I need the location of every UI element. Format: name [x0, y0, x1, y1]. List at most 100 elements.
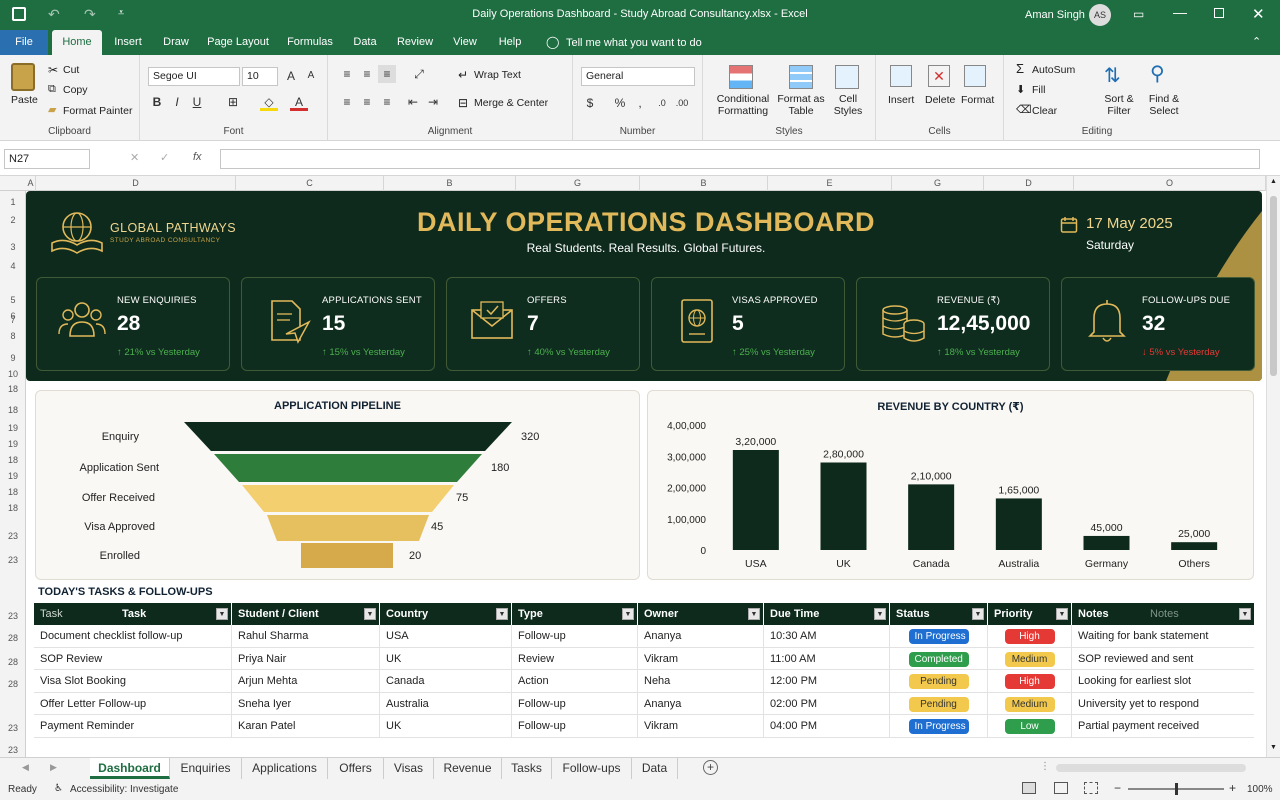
sheet-tab-applications[interactable]: Applications	[242, 758, 328, 779]
row-header[interactable]: 8	[0, 331, 26, 341]
wrap-text-icon[interactable]: ↵	[458, 68, 468, 82]
insert-cells-button[interactable]: Insert	[888, 94, 914, 106]
table-row[interactable]: Offer Letter Follow-up Sneha Iyer Australi…	[34, 692, 1254, 715]
format-painter-button[interactable]: Format Painter	[63, 105, 132, 117]
sort-filter-icon[interactable]: ⇅	[1104, 63, 1121, 88]
cell-owner[interactable]: Vikram	[638, 647, 764, 670]
cell-student[interactable]: Sneha Iyer	[232, 692, 380, 715]
format-cells-button[interactable]: Format	[961, 94, 994, 106]
cell-styles-icon[interactable]	[835, 65, 859, 89]
customize-qat-icon[interactable]: ⩡	[118, 7, 124, 20]
tab-review[interactable]: Review	[392, 30, 438, 55]
percent-icon[interactable]: %	[611, 94, 629, 112]
col-header-priority[interactable]: Priority ▼	[988, 603, 1072, 625]
zoom-thumb[interactable]	[1175, 783, 1178, 795]
cell-notes[interactable]: Waiting for bank statement	[1072, 625, 1254, 647]
bar-australia[interactable]	[995, 498, 1042, 550]
align-right-icon[interactable]: ≡	[378, 93, 396, 111]
bar-others[interactable]	[1171, 542, 1218, 550]
conditional-formatting-button[interactable]: Conditional Formatting	[713, 93, 773, 117]
column-header[interactable]: D	[36, 176, 236, 191]
copy-button[interactable]: Copy	[63, 84, 88, 96]
formula-input[interactable]	[220, 149, 1260, 169]
tab-help[interactable]: Help	[492, 30, 528, 55]
row-header[interactable]: 19	[0, 423, 26, 433]
cell-student[interactable]: Priya Nair	[232, 647, 380, 670]
cell-status[interactable]: Pending	[890, 692, 988, 715]
font-color-icon[interactable]: A	[290, 93, 308, 111]
cell-country[interactable]: Australia	[380, 692, 512, 715]
fill-button[interactable]: Fill	[1032, 84, 1045, 96]
format-as-table-icon[interactable]	[789, 65, 813, 89]
cell-status[interactable]: In Progress	[890, 715, 988, 737]
row-header[interactable]: 1	[0, 197, 26, 207]
shrink-font-icon[interactable]: A	[302, 67, 320, 85]
filter-dropdown-icon[interactable]: ▼	[216, 608, 228, 620]
row-header[interactable]: 28	[0, 679, 26, 689]
prev-sheet-icon[interactable]: ◀	[22, 762, 29, 773]
row-header[interactable]: 23	[0, 745, 26, 755]
row-header[interactable]: 18	[0, 487, 26, 497]
cell-task[interactable]: Payment Reminder	[34, 715, 232, 737]
tab-page-layout[interactable]: Page Layout	[204, 30, 272, 55]
column-header[interactable]: A	[26, 176, 36, 191]
table-row[interactable]: Payment Reminder Karan Patel UK Follow-up Vi…	[34, 715, 1254, 738]
column-header[interactable]: B	[640, 176, 768, 191]
orientation-icon[interactable]: ⤢	[410, 65, 428, 83]
row-header[interactable]: 18	[0, 503, 26, 513]
cell-priority[interactable]: Medium	[988, 692, 1072, 715]
redo-icon[interactable]: ↷	[84, 6, 96, 23]
find-select-icon[interactable]: ⚲	[1150, 61, 1165, 86]
cell-priority[interactable]: Medium	[988, 647, 1072, 670]
cancel-entry-icon[interactable]: ✕	[130, 151, 139, 164]
cell-owner[interactable]: Vikram	[638, 715, 764, 737]
vertical-scrollbar[interactable]: ▲ ▼	[1266, 176, 1280, 757]
page-layout-view-icon[interactable]	[1054, 782, 1068, 794]
bar-canada[interactable]	[908, 484, 955, 550]
cell-due-time[interactable]: 02:00 PM	[764, 692, 890, 715]
fill-color-icon[interactable]: ◇	[260, 93, 278, 111]
cell-task[interactable]: Visa Slot Booking	[34, 670, 232, 692]
borders-icon[interactable]: ⊞	[224, 93, 242, 111]
cell-priority[interactable]: Low	[988, 715, 1072, 737]
filter-dropdown-icon[interactable]: ▼	[874, 608, 886, 620]
align-top-icon[interactable]: ≡	[338, 65, 356, 83]
comma-icon[interactable]: ,	[631, 94, 649, 112]
sheet-tab-visas[interactable]: Visas	[384, 758, 434, 779]
column-header[interactable]: C	[236, 176, 384, 191]
italic-icon[interactable]: I	[168, 93, 186, 111]
currency-icon[interactable]: $	[581, 94, 599, 112]
filter-dropdown-icon[interactable]: ▼	[496, 608, 508, 620]
merge-center-icon[interactable]: ⊟	[458, 96, 468, 110]
align-left-icon[interactable]: ≡	[338, 93, 356, 111]
column-header[interactable]: G	[516, 176, 640, 191]
cell-priority[interactable]: High	[988, 625, 1072, 647]
autosum-icon[interactable]: Σ	[1016, 61, 1024, 76]
sheet-tab-tasks[interactable]: Tasks	[502, 758, 552, 779]
find-select-button[interactable]: Find & Select	[1144, 93, 1184, 117]
delete-cells-icon[interactable]: ✕	[928, 65, 950, 87]
normal-view-icon[interactable]	[1022, 782, 1036, 794]
row-header[interactable]: 23	[0, 531, 26, 541]
cell-task[interactable]: Document checklist follow-up	[34, 625, 232, 647]
accessibility-status[interactable]: Accessibility: Investigate	[70, 784, 178, 795]
cell-due-time[interactable]: 04:00 PM	[764, 715, 890, 737]
cell-styles-button[interactable]: Cell Styles	[829, 93, 867, 117]
cell-country[interactable]: USA	[380, 625, 512, 647]
hscroll-more-icon[interactable]: ⋮	[1040, 761, 1050, 772]
cell-due-time[interactable]: 12:00 PM	[764, 670, 890, 692]
sheet-tab-dashboard[interactable]: Dashboard	[90, 758, 170, 779]
delete-cells-button[interactable]: Delete	[925, 94, 955, 106]
paste-button[interactable]: Paste	[11, 94, 38, 106]
col-header-task[interactable]: Task Task ▼	[34, 603, 232, 625]
col-header-student[interactable]: Student / Client ▼	[232, 603, 380, 625]
column-header[interactable]: B	[384, 176, 516, 191]
row-header[interactable]: 2	[0, 215, 26, 225]
format-as-table-button[interactable]: Format as Table	[775, 93, 827, 117]
row-header[interactable]: 28	[0, 633, 26, 643]
cut-icon[interactable]: ✂	[48, 63, 58, 77]
filter-dropdown-icon[interactable]: ▼	[972, 608, 984, 620]
bar-uk[interactable]	[820, 462, 867, 551]
cell-type[interactable]: Follow-up	[512, 692, 638, 715]
table-row[interactable]: Document checklist follow-up Rahul Sharma…	[34, 625, 1254, 648]
